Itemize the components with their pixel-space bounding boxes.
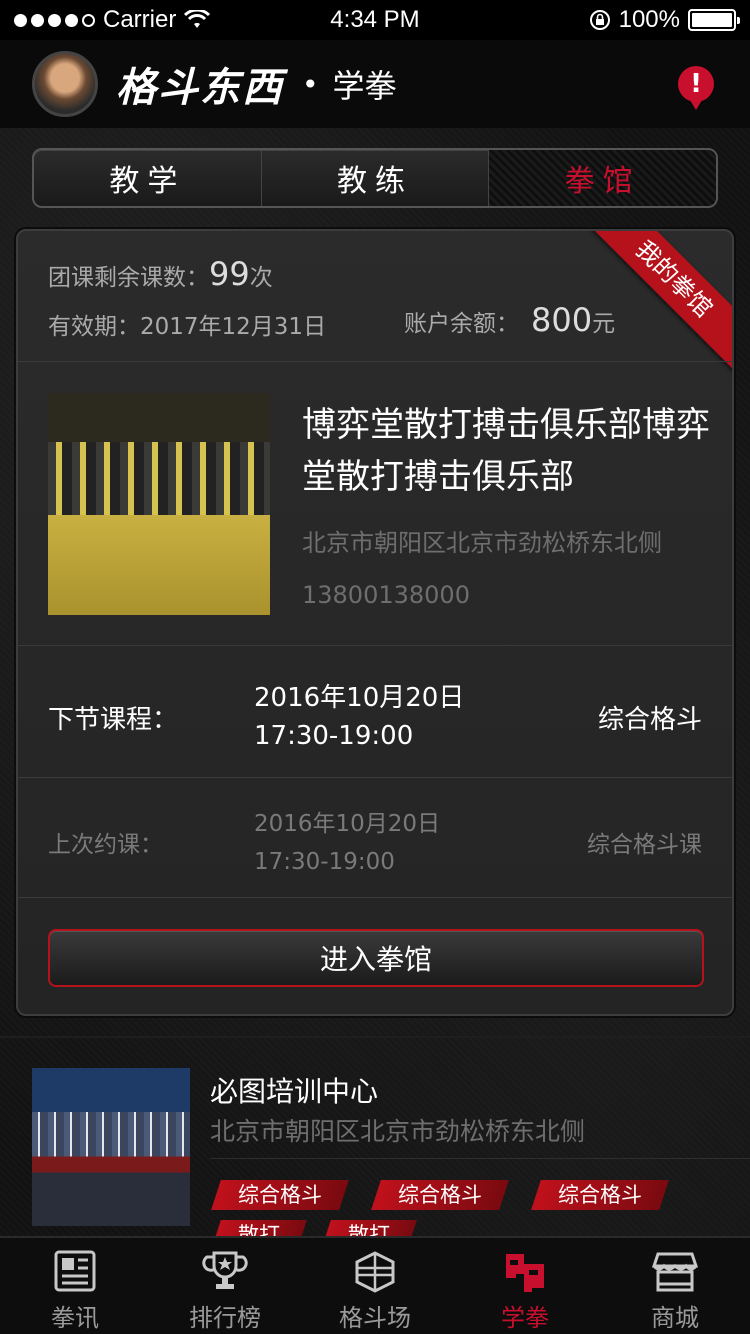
boxing-glove-icon (506, 1254, 544, 1292)
status-right: 100% (589, 6, 740, 34)
status-left: Carrier (14, 6, 211, 34)
tab-coach[interactable]: 教练 (262, 150, 490, 206)
segmented-tabs: 教学 教练 拳馆 (32, 148, 718, 208)
enter-gym-button[interactable]: 进入拳馆 (48, 929, 704, 987)
last-booking-type: 综合格斗课 (587, 832, 702, 858)
list-item[interactable]: 必图培训中心 北京市朝阳区北京市劲松桥东北侧 综合格斗 综合格斗 综合格斗 散打… (0, 1050, 750, 1250)
remaining-label: 团课剩余课数： (48, 265, 209, 291)
list-divider (0, 1036, 750, 1038)
news-icon (54, 1250, 96, 1292)
gym-address: 北京市朝阳区北京市劲松桥东北侧 (302, 529, 662, 557)
my-gym-card: 我的拳馆 团课剩余课数：99次 有效期：2017年12月31日 账户余额： 800… (16, 229, 734, 1016)
brand-logo: 格斗东西 (116, 65, 284, 111)
divider (210, 1158, 750, 1159)
next-class-datetime: 2016年10月20日 17:30-19:00 (254, 679, 464, 755)
tab-teaching[interactable]: 教学 (34, 150, 262, 206)
list-gym-name: 必图培训中心 (210, 1075, 379, 1108)
title-separator: • (302, 67, 319, 101)
next-class-time: 17:30-19:00 (254, 721, 414, 751)
remaining-unit: 次 (249, 265, 273, 291)
tabbar-item-learn[interactable]: 学拳 (450, 1238, 600, 1334)
last-booking-time: 17:30-19:00 (254, 849, 395, 875)
tabbar-label: 格斗场 (339, 1304, 411, 1332)
balance-unit: 元 (592, 311, 616, 337)
tabbar-label: 学拳 (501, 1304, 549, 1332)
ring-icon (355, 1251, 395, 1293)
next-class-type: 综合格斗 (597, 705, 702, 735)
divider (18, 645, 732, 646)
battery-icon (688, 9, 740, 31)
tag-badge: 综合格斗 (211, 1180, 349, 1210)
tabbar-label: 商城 (651, 1304, 699, 1332)
account-balance: 账户余额： 800元 (404, 301, 615, 339)
last-booking-label: 上次约课： (48, 832, 163, 858)
gym-thumbnail[interactable] (32, 1068, 190, 1226)
signal-icon (14, 13, 95, 27)
app-header: 格斗东西 • 学拳 ! (0, 40, 750, 128)
notification-icon[interactable]: ! (678, 66, 714, 110)
membership-stats: 团课剩余课数：99次 有效期：2017年12月31日 账户余额： 800元 (48, 255, 708, 363)
balance-amount: 800 (531, 301, 593, 339)
divider (18, 361, 732, 362)
bottom-tab-bar: 拳讯 排行榜 格斗场 学拳 商城 (0, 1236, 750, 1334)
gym-phone[interactable]: 13800138000 (302, 581, 470, 609)
tabbar-item-arena[interactable]: 格斗场 (300, 1238, 450, 1334)
next-class-date: 2016年10月20日 (254, 683, 465, 713)
tabbar-item-news[interactable]: 拳讯 (0, 1238, 150, 1334)
tab-gym[interactable]: 拳馆 (489, 150, 716, 206)
last-booking-datetime: 2016年10月20日 17:30-19:00 (254, 805, 440, 881)
trophy-icon (202, 1251, 248, 1289)
store-icon (652, 1252, 698, 1292)
battery-percent: 100% (618, 6, 680, 33)
valid-until: 有效期：2017年12月31日 (48, 314, 327, 340)
carrier-label: Carrier (103, 6, 177, 33)
tabbar-label: 拳讯 (51, 1304, 99, 1332)
divider (18, 897, 732, 898)
tabbar-item-ranking[interactable]: 排行榜 (150, 1238, 300, 1334)
page-title: 学拳 (332, 67, 397, 105)
remaining-classes: 团课剩余课数：99次 (48, 255, 273, 293)
rotation-lock-icon (589, 10, 610, 30)
gym-name[interactable]: 博弈堂散打搏击俱乐部博弈堂散打搏击俱乐部 (302, 399, 712, 503)
tabbar-item-store[interactable]: 商城 (600, 1238, 750, 1334)
status-bar: Carrier 4:34 PM 100% (0, 0, 750, 40)
last-booking-date: 2016年10月20日 (254, 811, 441, 837)
wifi-icon (184, 10, 211, 28)
tabbar-label: 排行榜 (189, 1304, 261, 1332)
tag-badge: 综合格斗 (371, 1180, 509, 1210)
gym-photo[interactable] (48, 393, 270, 615)
balance-label: 账户余额： (404, 311, 519, 337)
list-gym-address: 北京市朝阳区北京市劲松桥东北侧 (210, 1117, 586, 1146)
next-class-label: 下节课程： (48, 705, 179, 735)
avatar[interactable] (32, 51, 98, 117)
divider (18, 777, 732, 778)
remaining-count: 99 (209, 255, 250, 293)
tag-badge: 综合格斗 (531, 1180, 669, 1210)
